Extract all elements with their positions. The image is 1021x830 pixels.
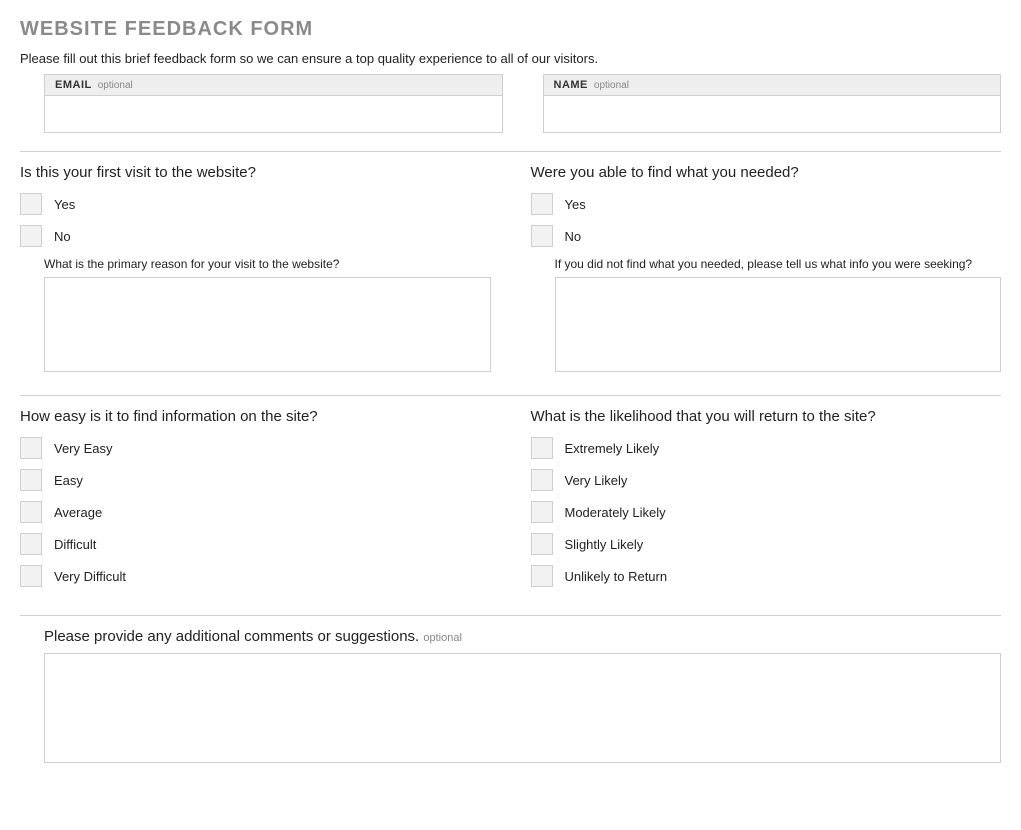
checkbox[interactable] — [20, 437, 42, 459]
q2-title: Were you able to find what you needed? — [531, 164, 1002, 181]
q1-option-yes: Yes — [20, 193, 491, 215]
checkbox[interactable] — [20, 193, 42, 215]
email-label: EMAIL — [55, 79, 92, 91]
q4-option-unlikely: Unlikely to Return — [531, 565, 1002, 587]
checkbox-label: Extremely Likely — [565, 441, 660, 456]
comments-label-row: Please provide any additional comments o… — [44, 628, 1001, 645]
checkbox-label: No — [54, 229, 71, 244]
q4-title: What is the likelihood that you will ret… — [531, 408, 1002, 425]
checkbox-label: Yes — [54, 197, 75, 212]
intro-text: Please fill out this brief feedback form… — [20, 51, 1001, 66]
checkbox-label: Moderately Likely — [565, 505, 666, 520]
page-title: WEBSITE FEEDBACK FORM — [20, 18, 1001, 41]
checkbox-label: Easy — [54, 473, 83, 488]
checkbox-label: No — [565, 229, 582, 244]
q3-option-difficult: Difficult — [20, 533, 491, 555]
checkbox[interactable] — [531, 193, 553, 215]
q3-option-very-easy: Very Easy — [20, 437, 491, 459]
name-field-header: NAME optional — [544, 75, 1001, 96]
divider — [20, 615, 1001, 616]
checkbox[interactable] — [531, 533, 553, 555]
checkbox-label: Very Easy — [54, 441, 113, 456]
checkbox-label: Unlikely to Return — [565, 569, 668, 584]
checkbox[interactable] — [20, 501, 42, 523]
checkbox[interactable] — [531, 501, 553, 523]
comments-textarea[interactable] — [44, 653, 1001, 763]
name-input[interactable] — [544, 96, 1001, 132]
checkbox[interactable] — [20, 225, 42, 247]
q3-title: How easy is it to find information on th… — [20, 408, 491, 425]
checkbox-label: Difficult — [54, 537, 96, 552]
checkbox[interactable] — [20, 565, 42, 587]
checkbox[interactable] — [531, 437, 553, 459]
q3-option-very-difficult: Very Difficult — [20, 565, 491, 587]
checkbox[interactable] — [531, 225, 553, 247]
checkbox-label: Average — [54, 505, 102, 520]
comments-hint: optional — [423, 632, 462, 644]
q2-option-no: No — [531, 225, 1002, 247]
checkbox[interactable] — [531, 565, 553, 587]
divider — [20, 395, 1001, 396]
checkbox-label: Yes — [565, 197, 586, 212]
checkbox-label: Very Likely — [565, 473, 628, 488]
q4-option-very-likely: Very Likely — [531, 469, 1002, 491]
q4-option-moderately-likely: Moderately Likely — [531, 501, 1002, 523]
name-hint: optional — [594, 80, 629, 91]
q2-subprompt: If you did not find what you needed, ple… — [555, 257, 1002, 271]
checkbox-label: Very Difficult — [54, 569, 126, 584]
comments-label: Please provide any additional comments o… — [44, 628, 419, 645]
q1-option-no: No — [20, 225, 491, 247]
q3-option-easy: Easy — [20, 469, 491, 491]
q3-option-average: Average — [20, 501, 491, 523]
checkbox-label: Slightly Likely — [565, 537, 644, 552]
email-field-header: EMAIL optional — [45, 75, 502, 96]
q2-textarea[interactable] — [555, 277, 1002, 372]
email-input[interactable] — [45, 96, 502, 132]
q2-option-yes: Yes — [531, 193, 1002, 215]
email-hint: optional — [98, 80, 133, 91]
divider — [20, 151, 1001, 152]
q4-option-slightly-likely: Slightly Likely — [531, 533, 1002, 555]
q1-textarea[interactable] — [44, 277, 491, 372]
q4-option-extremely-likely: Extremely Likely — [531, 437, 1002, 459]
checkbox[interactable] — [531, 469, 553, 491]
email-field-box: EMAIL optional — [44, 74, 503, 133]
q1-subprompt: What is the primary reason for your visi… — [44, 257, 491, 271]
checkbox[interactable] — [20, 533, 42, 555]
name-field-box: NAME optional — [543, 74, 1002, 133]
checkbox[interactable] — [20, 469, 42, 491]
q1-title: Is this your first visit to the website? — [20, 164, 491, 181]
name-label: NAME — [554, 79, 588, 91]
